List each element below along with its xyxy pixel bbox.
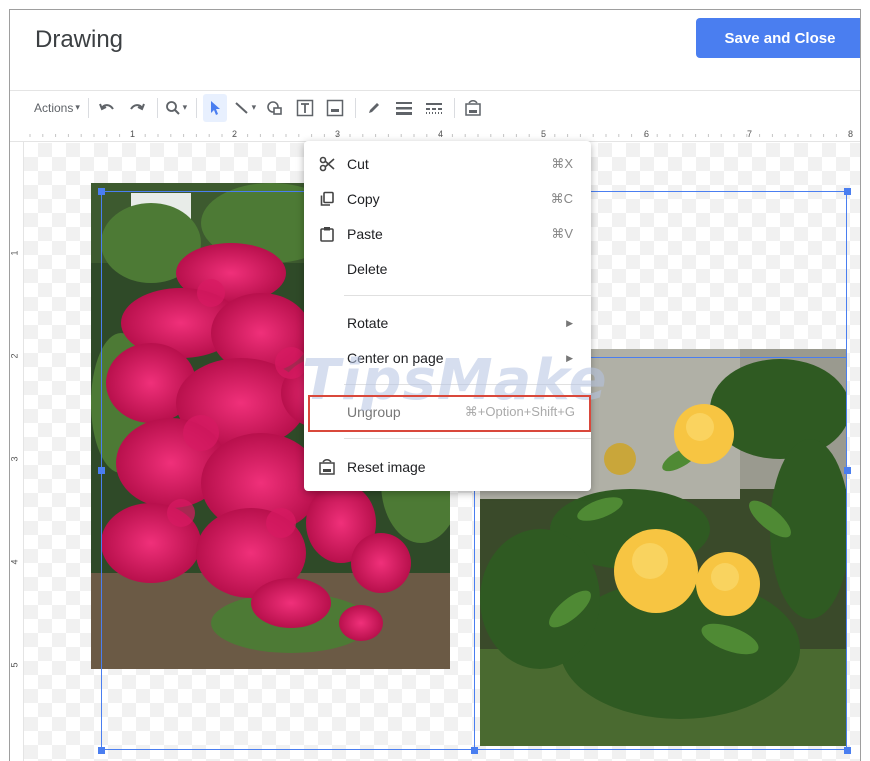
select-tool-button[interactable]	[202, 93, 227, 122]
image-tool-button[interactable]	[323, 94, 347, 122]
ruler-ticks	[29, 134, 850, 137]
ruler-number: 7	[747, 129, 753, 139]
toolbar-divider	[195, 97, 197, 118]
menu-item-reset-image[interactable]: Reset image	[304, 450, 591, 484]
line-weight-button[interactable]	[392, 94, 416, 122]
resize-handle-middle-right[interactable]	[844, 467, 851, 474]
clipboard-icon	[318, 225, 336, 243]
toolbar-divider	[156, 97, 158, 118]
ungroup-highlight-box	[308, 395, 591, 432]
menu-item-cut[interactable]: Cut ⌘X	[304, 147, 591, 181]
menu-item-paste[interactable]: Paste ⌘V	[304, 217, 591, 251]
ruler-number: 8	[848, 129, 854, 139]
line-tool-button[interactable]: ▾	[233, 94, 257, 122]
shape-tool-button[interactable]	[263, 94, 287, 122]
resize-handle-bottom-left[interactable]	[98, 747, 105, 754]
toolbar-divider	[453, 97, 455, 118]
textbox-tool-button[interactable]	[293, 94, 317, 122]
zoom-icon	[165, 100, 180, 115]
line-dash-button[interactable]	[422, 94, 446, 122]
resize-handle-middle-left[interactable]	[98, 467, 105, 474]
toolbar-divider	[354, 97, 356, 118]
undo-button[interactable]	[95, 94, 119, 122]
line-dash-icon	[425, 102, 442, 114]
caret-down-icon: ▾	[182, 102, 188, 112]
menu-item-copy[interactable]: Copy ⌘C	[304, 182, 591, 216]
vertical-ruler: 1 2 3 4 5	[10, 142, 24, 761]
resize-handle-top-right[interactable]	[844, 188, 851, 195]
copy-icon	[318, 190, 336, 208]
shape-icon	[267, 100, 282, 115]
pen-icon	[368, 102, 379, 113]
actions-menu-button[interactable]: Actions ▾	[34, 94, 80, 122]
select-icon	[210, 100, 220, 115]
menu-item-shortcut: ⌘X	[551, 156, 573, 171]
zoom-button[interactable]: ▾	[164, 94, 188, 122]
ruler-number: 5	[9, 662, 20, 668]
caret-down-icon: ▾	[75, 102, 80, 112]
redo-icon	[130, 103, 145, 110]
dialog-title: Drawing	[35, 26, 124, 53]
submenu-arrow-icon: ▶	[566, 317, 573, 328]
context-menu: Cut ⌘X Copy ⌘C Paste ⌘V Delete Rotate ▶ …	[304, 141, 591, 491]
pen-button[interactable]	[362, 94, 386, 122]
reset-image-icon	[318, 458, 336, 476]
menu-item-label: Rotate	[347, 315, 389, 331]
menu-item-delete[interactable]: Delete	[304, 252, 591, 286]
menu-item-label: Reset image	[347, 459, 426, 475]
menu-item-rotate[interactable]: Rotate ▶	[304, 306, 591, 340]
line-icon	[234, 101, 248, 114]
menu-item-label: Paste	[347, 226, 383, 242]
ruler-number: 2	[232, 129, 238, 139]
dialog-header: Drawing Save and Close	[10, 10, 860, 82]
reset-image-icon	[465, 99, 481, 116]
ruler-number: 1	[9, 250, 20, 256]
horizontal-ruler: 1 2 3 4 5 6 7 8	[10, 128, 860, 142]
ruler-number: 5	[541, 129, 547, 139]
resize-handle-bottom-middle[interactable]	[471, 747, 478, 754]
menu-item-label: Delete	[347, 261, 388, 277]
menu-divider	[344, 295, 591, 296]
ruler-number: 4	[438, 129, 444, 139]
ruler-number: 3	[9, 456, 20, 462]
save-and-close-button[interactable]: Save and Close	[696, 18, 860, 58]
reset-image-button[interactable]	[461, 94, 485, 122]
menu-item-shortcut: ⌘V	[551, 226, 573, 241]
toolbar: Actions ▾ ▾ ▾	[10, 90, 860, 124]
actions-label: Actions	[34, 100, 74, 115]
resize-handle-top-left[interactable]	[98, 188, 105, 195]
menu-item-label: Cut	[347, 156, 369, 172]
ruler-number: 2	[9, 353, 20, 359]
scissors-icon	[318, 155, 336, 173]
ruler-number: 1	[130, 129, 136, 139]
ruler-number: 4	[9, 559, 20, 565]
menu-divider	[344, 438, 591, 439]
resize-handle-bottom-right[interactable]	[844, 747, 851, 754]
ruler-number: 3	[335, 129, 341, 139]
redo-button[interactable]	[125, 94, 149, 122]
undo-icon	[98, 103, 114, 110]
menu-item-label: Copy	[347, 191, 380, 207]
toolbar-divider	[87, 97, 89, 118]
image-icon	[326, 99, 344, 116]
caret-down-icon: ▾	[251, 102, 257, 112]
menu-item-shortcut: ⌘C	[550, 191, 573, 206]
textbox-icon	[296, 99, 314, 116]
ruler-number: 6	[644, 129, 650, 139]
line-weight-icon	[395, 101, 412, 115]
